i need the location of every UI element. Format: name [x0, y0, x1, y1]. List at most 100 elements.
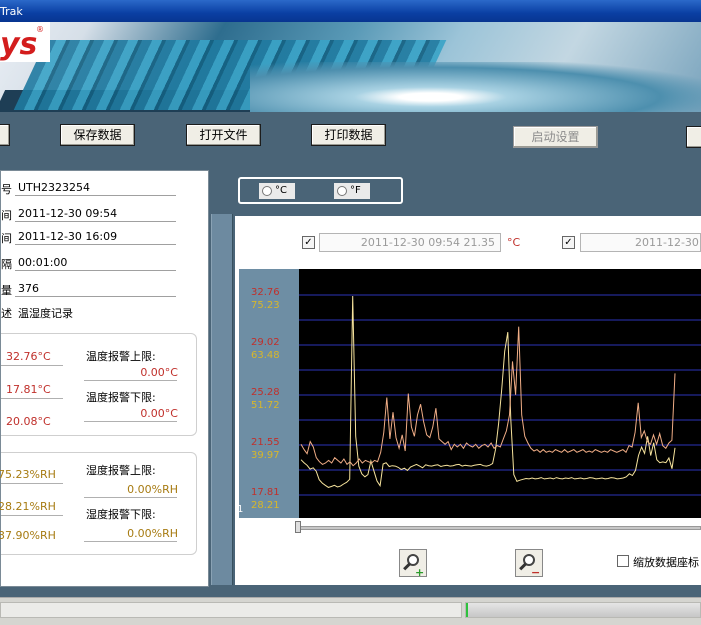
field-underline — [15, 195, 176, 196]
fahrenheit-radio[interactable]: °F — [334, 183, 370, 199]
field-value: 376 — [18, 282, 39, 295]
temperature-alarm-upper-line — [84, 380, 177, 381]
fahrenheit-label: °F — [350, 185, 361, 196]
temperature-avg: 20.08°C — [6, 415, 51, 428]
temperature-min-line — [1, 398, 63, 399]
y-tick-humidity: 63.48 — [251, 350, 280, 361]
plot-area[interactable] — [299, 269, 701, 518]
save-data-button[interactable]: 保存数据 — [60, 124, 135, 146]
zoom-in-button[interactable]: + — [399, 549, 427, 579]
field-underline — [15, 221, 176, 222]
time-slider-thumb[interactable] — [295, 521, 301, 533]
temperature-alarm-lower-value: 0.00°C — [84, 407, 178, 422]
y-tick-temp: 29.02 — [251, 337, 280, 348]
info-panel: 号 UTH2323254 间 2011-12-30 09:54 间 2011-1… — [0, 170, 209, 587]
status-bar — [0, 597, 701, 625]
y-tick-temp: 17.81 — [251, 487, 280, 498]
humidity-max-line — [1, 483, 63, 484]
field-value: 温湿度记录 — [18, 307, 73, 320]
temperature-alarm-lower-label: 温度报警下限: — [86, 391, 156, 404]
temperature-min: 17.81°C — [6, 383, 51, 396]
field-underline — [15, 270, 176, 271]
field-underline — [15, 296, 176, 297]
field-underline — [15, 244, 176, 245]
y-tick-humidity: 28.21 — [251, 500, 280, 511]
brand-registered-mark: ® — [36, 25, 44, 34]
temperature-alarm-upper-text: 0.00°C — [140, 366, 178, 379]
open-file-button[interactable]: 打开文件 — [186, 124, 261, 146]
humidity-alarm-lower-label: 湿度报警下限: — [86, 508, 156, 521]
temperature-max-line — [1, 365, 63, 366]
celsius-label: °C — [275, 185, 287, 196]
toolbar-button-partial[interactable] — [0, 124, 10, 146]
humidity-alarm-lower-line — [84, 541, 177, 542]
y-tick-temp: 25.28 — [251, 387, 280, 398]
progress-bar — [466, 603, 700, 617]
window-title: Trak — [0, 5, 23, 18]
check-icon: ✓ — [564, 237, 573, 248]
humidity-alarm-upper-line — [84, 497, 177, 498]
humidity-alarm-upper-value: 0.00%RH — [84, 483, 178, 498]
cursor1-checkbox[interactable]: ✓ — [302, 236, 315, 249]
humidity-alarm-upper-text: 0.00%RH — [127, 483, 178, 496]
temperature-max: 32.76°C — [6, 350, 51, 363]
toolbar: 保存数据 打开文件 打印数据 启动设置 — [0, 112, 701, 158]
magnifier-handle-icon — [519, 562, 527, 571]
field-description: 述 温湿度记录 — [1, 302, 201, 320]
field-count: 量 376 — [1, 279, 201, 297]
cursor1-readout: 2011-12-30 09:54 21.35 — [319, 233, 501, 252]
progress-panel — [465, 602, 701, 618]
zoom-out-button[interactable]: − — [515, 549, 543, 579]
field-interval: 隔 00:01:00 — [1, 253, 201, 271]
start-setup-button[interactable]: 启动设置 — [513, 126, 598, 148]
zoom-axis-checkbox[interactable] — [617, 555, 629, 567]
field-value: 2011-12-30 16:09 — [18, 230, 118, 243]
time-slider-track[interactable] — [297, 526, 701, 530]
field-end-time: 间 2011-12-30 16:09 — [1, 227, 201, 245]
temperature-alarm-upper-value: 0.00°C — [84, 366, 178, 381]
toolbar-button-partial-right[interactable] — [686, 126, 701, 148]
plus-icon: + — [415, 566, 425, 579]
cursor2-checkbox[interactable]: ✓ — [562, 236, 575, 249]
field-serial: 号 UTH2323254 — [1, 178, 201, 196]
zoom-axis-label: 缩放数据座标 — [633, 556, 699, 569]
humidity-min: 28.21%RH — [0, 500, 56, 513]
y-tick-humidity: 39.97 — [251, 450, 280, 461]
plot-svg — [299, 294, 701, 496]
humidity-alarm-upper-label: 湿度报警上限: — [86, 464, 156, 477]
temperature-alarm-upper-label: 温度报警上限: — [86, 350, 156, 363]
temperature-group: 32.76°C 17.81°C 20.08°C 温度报警上限: 0.00°C 温… — [1, 333, 197, 436]
field-value: UTH2323254 — [18, 181, 91, 194]
series-line-humidity — [300, 295, 676, 488]
humidity-alarm-lower-text: 0.00%RH — [127, 527, 178, 540]
banner-sea — [250, 62, 701, 112]
window-titlebar: Trak — [0, 0, 701, 22]
humidity-group: 75.23%RH 28.21%RH 37.90%RH 湿度报警上限: 0.00%… — [0, 452, 197, 555]
temperature-alarm-lower-text: 0.00°C — [140, 407, 178, 420]
temperature-alarm-lower-line — [84, 421, 177, 422]
print-data-button[interactable]: 打印数据 — [311, 124, 386, 146]
humidity-avg: 37.90%RH — [0, 529, 56, 542]
brand-logo: ys ® — [0, 22, 50, 62]
panel-splitter[interactable] — [211, 214, 233, 585]
header-banner: ys ® — [0, 22, 701, 112]
cursor1-unit: °C — [507, 236, 521, 249]
unit-selector: °C °F — [238, 177, 403, 204]
cursor2-readout: 2011-12-30 09:54 — [580, 233, 701, 252]
celsius-radio-circle[interactable] — [262, 186, 272, 196]
check-icon: ✓ — [304, 237, 313, 248]
page-marker: 1 — [237, 504, 244, 515]
chart-panel: ✓ 2011-12-30 09:54 21.35 °C ✓ 2011-12-30… — [235, 216, 701, 585]
magnifier-handle-icon — [403, 562, 411, 571]
y-axis-panel: 32.76 75.23 29.02 63.48 25.28 51.72 21.5… — [237, 269, 299, 518]
field-label: 述 — [1, 307, 12, 320]
celsius-radio[interactable]: °C — [259, 183, 295, 199]
status-text-panel — [0, 602, 462, 618]
fahrenheit-radio-circle[interactable] — [337, 186, 347, 196]
humidity-max: 75.23%RH — [0, 468, 56, 481]
brand-logo-text: ys — [0, 27, 38, 62]
y-tick-humidity: 75.23 — [251, 300, 280, 311]
minus-icon: − — [531, 566, 541, 579]
field-start-time: 间 2011-12-30 09:54 — [1, 204, 201, 222]
y-tick-temp: 21.55 — [251, 437, 280, 448]
